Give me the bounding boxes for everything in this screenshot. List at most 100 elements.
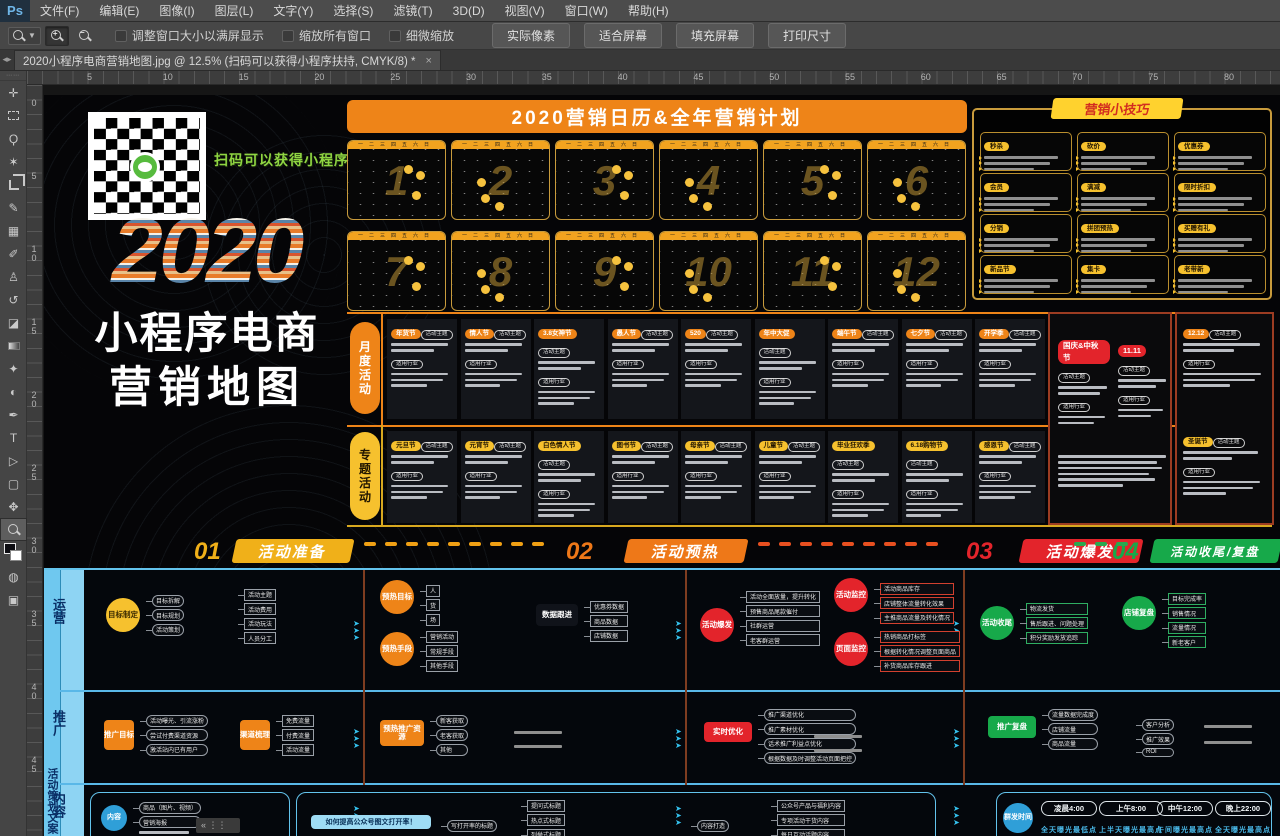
menu-item-I[interactable]: 图像(I) — [149, 0, 204, 22]
history-brush-tool-icon[interactable]: ↺ — [0, 288, 27, 311]
text-line — [906, 373, 963, 376]
crop-tool-icon[interactable] — [0, 173, 27, 196]
event-title-pill: 12.12 — [1183, 329, 1209, 339]
industry-pill: 适用行业 — [612, 360, 644, 370]
text-line — [538, 479, 581, 482]
menu-item-V[interactable]: 视图(V) — [495, 0, 555, 22]
zoom-in-button[interactable]: + — [45, 26, 69, 46]
document-canvas[interactable]: 扫码可以获得小程序扶持2020小程序电商营销地图2020营销日历&全年营销计划一… — [43, 85, 1280, 836]
magic-wand-tool-icon[interactable]: ✶ — [0, 150, 27, 173]
text-line — [759, 402, 795, 405]
text-line — [1118, 379, 1166, 382]
event-title-pill: 愚人节 — [612, 329, 642, 339]
menu-item-W[interactable]: 窗口(W) — [555, 0, 618, 22]
text-line — [984, 209, 1034, 212]
brush-tool-icon[interactable]: ✐ — [0, 242, 27, 265]
pen-tool-icon[interactable]: ✒ — [0, 403, 27, 426]
ruler-number: 20 — [314, 72, 324, 82]
options-button[interactable]: 打印尺寸 — [768, 23, 846, 48]
text-line — [1058, 484, 1123, 487]
menu-item-E[interactable]: 编辑(E) — [89, 0, 149, 22]
menu-item-H[interactable]: 帮助(H) — [618, 0, 679, 22]
path-select-tool-icon[interactable]: ▷ — [0, 449, 27, 472]
text-line — [1058, 467, 1162, 470]
calendar-weekday-row: 一二三四五六日 — [660, 232, 757, 240]
photoshop-logo: Ps — [0, 0, 30, 22]
hand-tool-icon[interactable]: ✥ — [0, 495, 27, 518]
schedule-slot: 晚上22:00全天曝光最高点 — [1215, 801, 1271, 835]
move-tool-icon[interactable]: ✛ — [0, 81, 27, 104]
eraser-tool-icon[interactable]: ◪ — [0, 311, 27, 334]
menu-item-L[interactable]: 图层(L) — [205, 0, 264, 22]
text-line — [1118, 409, 1163, 412]
options-button[interactable]: 实际像素 — [492, 23, 570, 48]
blur-tool-icon[interactable]: ✦ — [0, 357, 27, 380]
zoom-tool-preset[interactable]: ▼ — [8, 27, 41, 45]
color-swatches[interactable] — [0, 541, 27, 565]
menu-item-T[interactable]: 滤镜(T) — [383, 0, 442, 22]
eyedropper-tool-icon[interactable]: ✎ — [0, 196, 27, 219]
text-line — [391, 461, 434, 464]
text-line — [1183, 492, 1226, 495]
shape-tool-icon[interactable]: ▢ — [0, 472, 27, 495]
dodge-tool-icon[interactable]: ◐ — [0, 380, 27, 403]
event-title-pill: 白色情人节 — [538, 441, 581, 451]
marquee-tool-icon[interactable] — [0, 104, 27, 127]
highlight-date-dot — [832, 171, 841, 180]
screen-mode-icon[interactable]: ▣ — [0, 588, 27, 611]
text-line — [906, 379, 958, 382]
scrollbar-fragment[interactable]: « ⋮⋮ — [196, 818, 240, 833]
zoom-tool-icon — [8, 524, 20, 536]
ruler-number: 25 — [29, 463, 39, 481]
healing-brush-tool-icon[interactable]: ▦ — [0, 219, 27, 242]
text-line — [906, 479, 949, 482]
calendar-month-card: 一二三四五六日4 — [659, 140, 758, 220]
mindmap-item: 流量情况 — [1168, 622, 1206, 634]
text-line — [465, 343, 522, 346]
zoom-tool-icon[interactable] — [0, 518, 27, 541]
text-line — [984, 285, 1050, 288]
options-button[interactable]: 填充屏幕 — [676, 23, 754, 48]
event-card: 儿童节活动主题适用行业 — [755, 431, 825, 523]
text-line — [1118, 385, 1156, 388]
calendar-grid: 2 — [452, 149, 549, 220]
background-color-swatch[interactable] — [10, 550, 22, 561]
clone-stamp-tool-icon[interactable]: ♙ — [0, 265, 27, 288]
checkbox[interactable] — [115, 30, 127, 42]
text-line — [685, 491, 737, 494]
toolbox-grip[interactable]: ⋯⋯ — [0, 71, 26, 81]
menu-item-F[interactable]: 文件(F) — [30, 0, 89, 22]
zoom-out-button[interactable]: − — [73, 26, 97, 46]
options-button[interactable]: 适合屏幕 — [584, 23, 662, 48]
checkbox[interactable] — [389, 30, 401, 42]
flow-arrows-icon: ➤➤➤ — [953, 728, 960, 749]
quick-mask-icon[interactable]: ◍ — [0, 565, 27, 588]
text-line — [612, 485, 669, 488]
menu-item-3DD[interactable]: 3D(D) — [443, 0, 495, 22]
theme-pill: 活动主题 — [788, 442, 820, 452]
gradient-tool-icon[interactable] — [0, 334, 27, 357]
text-line — [984, 238, 1058, 241]
type-tool-icon[interactable]: T — [0, 426, 27, 449]
close-tab-icon[interactable]: × — [426, 55, 432, 67]
highlight-date-dot — [481, 285, 490, 294]
ruler-vertical: 051015202530354045 — [27, 85, 43, 836]
document-tab[interactable]: 2020小程序电商营销地图.jpg @ 12.5% (扫码可以获得小程序扶持, … — [14, 50, 441, 70]
menu-item-Y[interactable]: 文字(Y) — [263, 0, 323, 22]
mindmap-item: 预售商品尾款催付 — [746, 605, 820, 617]
mindmap-item: 其他 — [436, 744, 468, 756]
menu-item-S[interactable]: 选择(S) — [323, 0, 383, 22]
text-line — [1081, 250, 1131, 253]
mindmap-item: 营销活动 — [426, 631, 458, 643]
collapse-panels-icon[interactable]: ◂▸ — [0, 49, 14, 70]
text-line — [538, 361, 595, 364]
stage-label: 活动准备 — [231, 539, 354, 563]
ruler-number: 25 — [390, 72, 400, 82]
theme-pill: 活动主题 — [641, 442, 673, 452]
stage-divider — [685, 570, 687, 785]
checkbox-label: 缩放所有窗口 — [299, 27, 371, 44]
highlight-date-dot — [893, 269, 902, 278]
mindmap-node: 店铺复盘 — [1122, 596, 1156, 630]
checkbox[interactable] — [282, 30, 294, 42]
lasso-tool-icon[interactable]: Ϙ — [0, 127, 27, 150]
